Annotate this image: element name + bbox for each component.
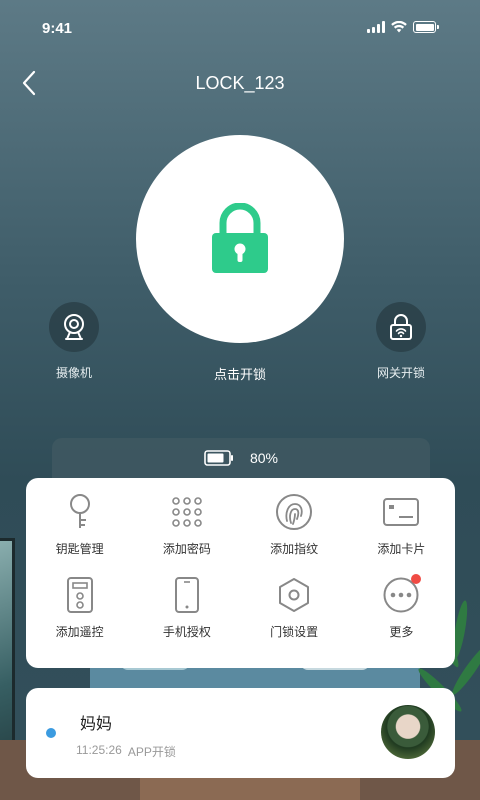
gateway-unlock-label: 网关开锁 (376, 366, 425, 380)
battery-percent: 80% (249, 450, 279, 466)
lock-settings-item[interactable]: 门锁设置 (241, 575, 348, 658)
battery-icon (204, 450, 233, 466)
status-bar: 9:41 (0, 0, 480, 56)
add-card-item[interactable]: 添加卡片 (348, 492, 455, 575)
key-management-item[interactable]: 钥匙管理 (26, 492, 133, 575)
menu-label: 更多 (389, 625, 414, 639)
menu-label: 添加遥控 (55, 625, 104, 639)
gateway-lock-icon (390, 314, 412, 340)
feature-menu: 钥匙管理 添加密码 添加指纹 添加卡片 添加遥控 手机授权 门锁设置 更多 (26, 478, 455, 668)
avatar (381, 705, 435, 759)
status-battery-icon (413, 21, 439, 33)
remote-icon (66, 577, 93, 613)
more-item[interactable]: 更多 (348, 574, 455, 658)
log-method: APP开锁 (127, 745, 176, 759)
card-icon (383, 498, 420, 526)
log-time: 11:25:26 (76, 743, 122, 757)
page-title: LOCK_123 (195, 73, 285, 93)
camera-button[interactable] (49, 302, 99, 352)
lock-icon (212, 203, 268, 273)
log-status-dot (46, 728, 56, 738)
gateway-unlock-button[interactable] (376, 302, 426, 352)
fingerprint-icon (276, 494, 313, 530)
add-remote-item[interactable]: 添加遥控 (26, 575, 133, 658)
menu-label: 门锁设置 (270, 625, 319, 639)
camera-label: 摄像机 (55, 366, 92, 380)
menu-label: 添加密码 (162, 542, 211, 556)
add-fingerprint-item[interactable]: 添加指纹 (241, 492, 348, 575)
phone-authorize-item[interactable]: 手机授权 (133, 575, 240, 658)
log-user-name: 妈妈 (80, 716, 113, 733)
cellular-signal-icon (367, 21, 385, 33)
unlock-button[interactable] (136, 135, 344, 343)
keypad-icon (172, 497, 202, 527)
menu-label: 添加指纹 (270, 542, 319, 556)
add-password-item[interactable]: 添加密码 (133, 492, 240, 575)
settings-hex-icon (279, 578, 310, 612)
unlock-log-card[interactable]: 妈妈 11:25:26 APP开锁 (26, 688, 455, 778)
key-icon (69, 494, 90, 528)
phone-icon (174, 577, 199, 613)
menu-label: 手机授权 (162, 625, 211, 639)
menu-label: 添加卡片 (377, 542, 426, 556)
menu-label: 钥匙管理 (55, 542, 104, 556)
notification-badge (411, 574, 422, 584)
wifi-icon (391, 21, 407, 33)
status-time: 9:41 (42, 20, 73, 37)
camera-icon (64, 314, 84, 340)
